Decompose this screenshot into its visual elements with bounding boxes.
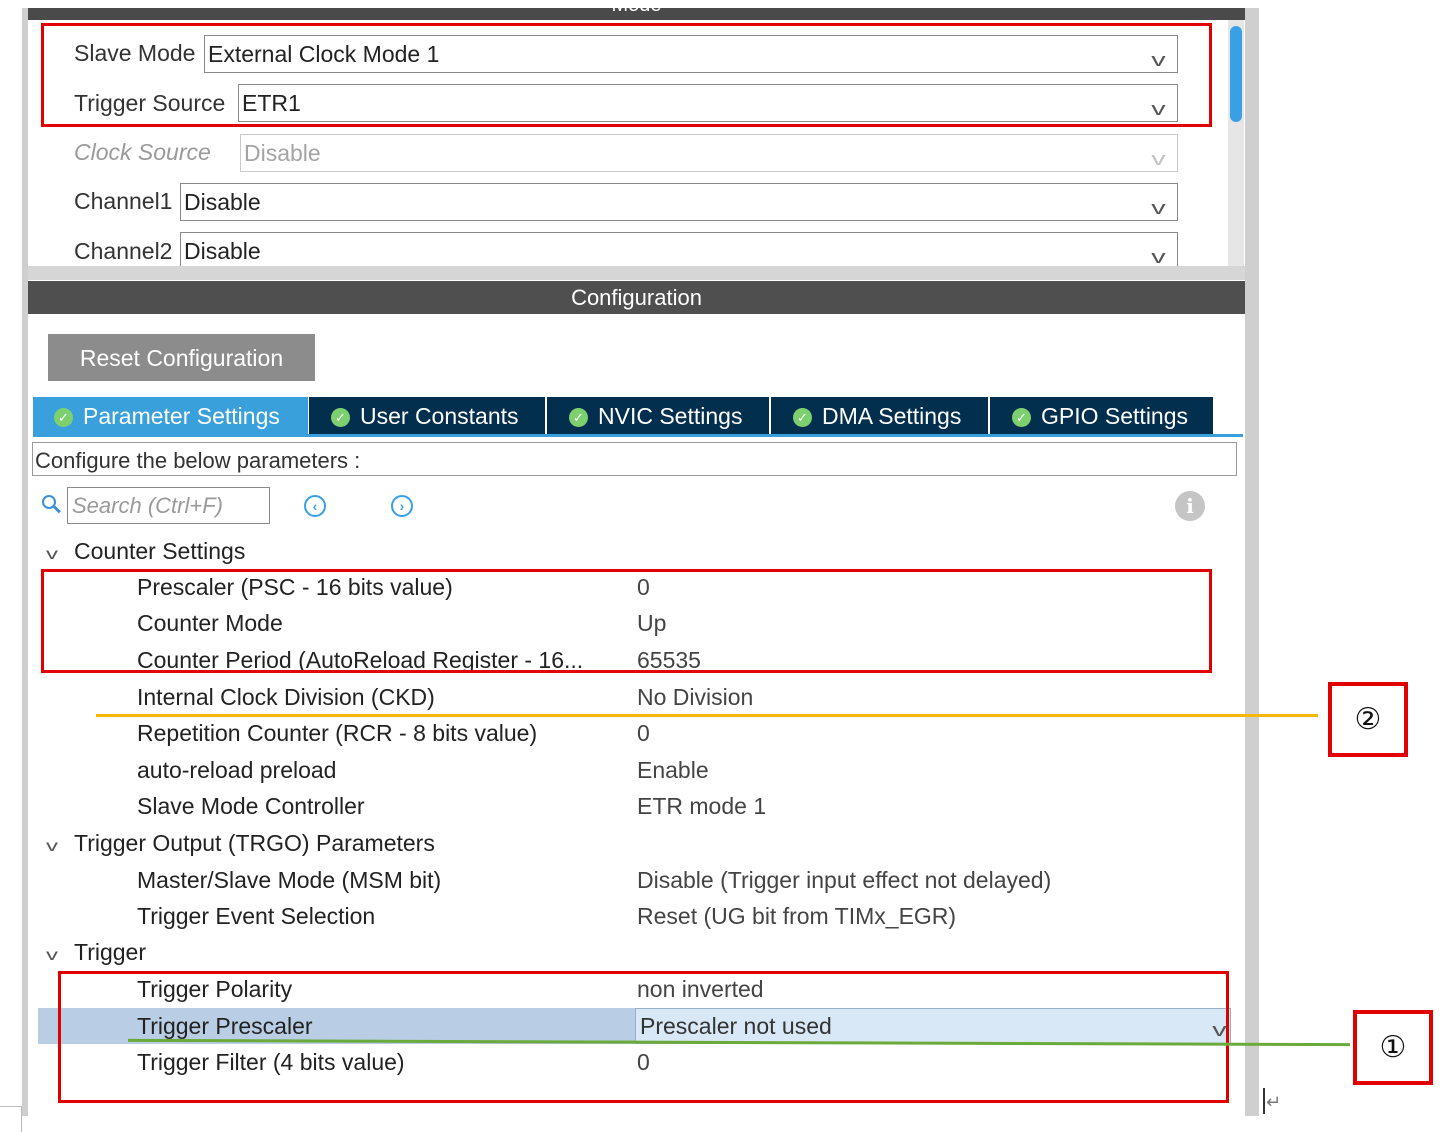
tab-label: Parameter Settings xyxy=(83,403,280,429)
channel2-label: Channel2 xyxy=(74,238,173,264)
param-value: No Division xyxy=(637,684,754,710)
param-row[interactable]: Master/Slave Mode (MSM bit) Disable (Tri… xyxy=(38,862,1238,898)
divider xyxy=(0,1106,22,1107)
param-row[interactable]: Internal Clock Division (CKD) No Divisio… xyxy=(38,679,1238,715)
chevron-down-icon: v xyxy=(46,838,58,855)
group-trigger-output[interactable]: v Trigger Output (TRGO) Parameters xyxy=(40,826,435,860)
tab-underline xyxy=(33,434,1243,437)
group-counter-settings[interactable]: v Counter Settings xyxy=(40,534,245,568)
text-cursor xyxy=(1263,1088,1265,1114)
configure-parameters-label: Configure the below parameters : xyxy=(32,442,1237,476)
annotation-marker-1: ① xyxy=(1353,1010,1433,1085)
chevron-down-icon: v xyxy=(46,546,58,563)
check-circle-icon: ✓ xyxy=(1012,408,1031,427)
search-icon-handle xyxy=(53,505,61,514)
configuration-header: Configuration xyxy=(28,281,1245,314)
tab-dma-settings[interactable]: ✓ DMA Settings xyxy=(771,397,988,435)
divider xyxy=(21,1106,22,1132)
mode-section-header: Mode xyxy=(28,8,1245,20)
next-result-icon[interactable]: › xyxy=(391,495,413,517)
clock-source-value: Disable xyxy=(244,140,321,166)
chevron-down-icon: v xyxy=(1151,149,1166,169)
channel2-select[interactable]: Disable v xyxy=(180,232,1178,266)
return-arrow-icon: ↵ xyxy=(1266,1092,1282,1112)
tab-parameter-settings[interactable]: ✓ Parameter Settings xyxy=(33,397,308,435)
annotation-box-counter xyxy=(41,569,1212,673)
clock-source-label: Clock Source xyxy=(74,139,211,165)
param-name: Internal Clock Division (CKD) xyxy=(137,684,435,710)
param-name: Master/Slave Mode (MSM bit) xyxy=(137,867,442,893)
tab-user-constants[interactable]: ✓ User Constants xyxy=(309,397,545,435)
check-circle-icon: ✓ xyxy=(54,408,73,427)
reset-configuration-button[interactable]: Reset Configuration xyxy=(48,334,315,381)
annotation-box-mode xyxy=(41,23,1212,127)
info-icon[interactable]: i xyxy=(1175,491,1205,521)
check-circle-icon: ✓ xyxy=(569,408,588,427)
annotation-box-trigger xyxy=(58,971,1229,1103)
search-input[interactable]: Search (Ctrl+F) xyxy=(67,487,270,524)
config-tab-strip: ✓ Parameter Settings ✓ User Constants ✓ NVI… xyxy=(33,397,1243,435)
panel-splitter[interactable] xyxy=(28,266,1245,280)
annotation-line-2 xyxy=(96,714,1318,717)
param-row[interactable]: Repetition Counter (RCR - 8 bits value) … xyxy=(38,715,1238,751)
chevron-down-icon: v xyxy=(1151,247,1166,266)
param-value: Reset (UG bit from TIMx_EGR) xyxy=(637,903,957,929)
channel1-select[interactable]: Disable v xyxy=(180,183,1178,221)
group-trigger[interactable]: v Trigger xyxy=(40,935,146,969)
tab-label: NVIC Settings xyxy=(598,403,743,429)
param-value: Enable xyxy=(637,757,709,783)
tab-label: DMA Settings xyxy=(822,403,962,429)
tab-gpio-settings[interactable]: ✓ GPIO Settings xyxy=(990,397,1213,435)
check-circle-icon: ✓ xyxy=(331,408,350,427)
param-value: 0 xyxy=(637,720,650,746)
annotation-marker-2: ② xyxy=(1328,682,1408,757)
chevron-down-icon: v xyxy=(1151,198,1166,218)
param-row[interactable]: Trigger Event Selection Reset (UG bit fr… xyxy=(38,898,1238,934)
param-row[interactable]: Slave Mode Controller ETR mode 1 xyxy=(38,788,1238,824)
mode-section-title: Mode xyxy=(28,8,1245,17)
window-frame-right xyxy=(1245,8,1259,1116)
group-title: Trigger xyxy=(74,939,146,965)
param-name: Trigger Event Selection xyxy=(137,903,376,929)
channel2-value: Disable xyxy=(184,238,261,264)
param-name: Slave Mode Controller xyxy=(137,793,365,819)
tab-label: User Constants xyxy=(360,403,519,429)
param-name: auto-reload preload xyxy=(137,757,337,783)
channel1-value: Disable xyxy=(184,189,261,215)
chevron-down-icon: v xyxy=(46,947,58,964)
tab-label: GPIO Settings xyxy=(1041,403,1189,429)
group-title: Counter Settings xyxy=(74,538,246,564)
tab-nvic-settings[interactable]: ✓ NVIC Settings xyxy=(547,397,769,435)
param-value: Disable (Trigger input effect not delaye… xyxy=(637,867,1052,893)
channel1-label: Channel1 xyxy=(74,188,173,214)
previous-result-icon[interactable]: ‹ xyxy=(304,495,326,517)
param-value: ETR mode 1 xyxy=(637,793,767,819)
param-name: Repetition Counter (RCR - 8 bits value) xyxy=(137,720,538,746)
param-row[interactable]: auto-reload preload Enable xyxy=(38,752,1238,788)
group-title: Trigger Output (TRGO) Parameters xyxy=(74,830,435,856)
clock-source-select: Disable v xyxy=(240,134,1178,172)
check-circle-icon: ✓ xyxy=(793,408,812,427)
mode-scrollbar-thumb[interactable] xyxy=(1230,26,1242,122)
